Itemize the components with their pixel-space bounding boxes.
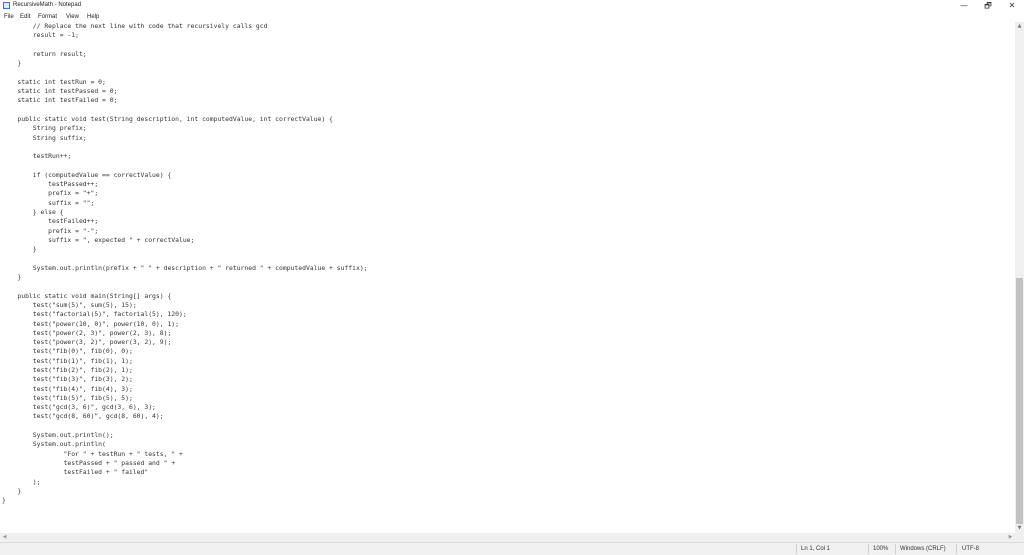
restore-button[interactable]: 🗗 (976, 0, 1000, 12)
line-ending: Windows (CRLF) (900, 546, 946, 552)
text-editor[interactable]: // Replace the next line with code that … (0, 22, 1015, 533)
notepad-icon (3, 2, 10, 9)
status-divider (895, 544, 896, 554)
title-bar: RecursiveMath - Notepad — 🗗 ✕ (0, 0, 1024, 12)
zoom-level: 100% (873, 546, 889, 552)
status-divider (868, 544, 869, 554)
vertical-scroll-thumb[interactable] (1016, 278, 1023, 524)
horizontal-scrollbar[interactable]: ◀ ▶ (0, 533, 1015, 542)
status-bar: Ln 1, Col 1 100% Windows (CRLF) UTF-8 (0, 542, 1024, 555)
encoding: UTF-8 (962, 546, 979, 552)
scrollbar-corner (1015, 533, 1024, 542)
scroll-right-icon[interactable]: ▶ (1006, 533, 1015, 542)
menu-edit[interactable]: Edit (20, 13, 30, 21)
minimize-button[interactable]: — (952, 0, 976, 12)
close-button[interactable]: ✕ (1000, 0, 1024, 12)
menu-bar: File Edit Format View Help (0, 12, 1024, 22)
scroll-up-icon[interactable]: ▲ (1015, 22, 1024, 31)
menu-view[interactable]: View (66, 13, 79, 21)
scroll-left-icon[interactable]: ◀ (0, 533, 9, 542)
menu-file[interactable]: File (4, 13, 14, 21)
editor-text[interactable]: // Replace the next line with code that … (2, 22, 368, 505)
cursor-position: Ln 1, Col 1 (801, 546, 831, 552)
status-divider (796, 544, 797, 554)
vertical-scrollbar[interactable]: ▲ ▼ (1015, 22, 1024, 533)
menu-help[interactable]: Help (87, 13, 99, 21)
status-divider (956, 544, 957, 554)
window-title: RecursiveMath - Notepad (13, 2, 82, 8)
scroll-down-icon[interactable]: ▼ (1015, 524, 1024, 533)
menu-format[interactable]: Format (38, 13, 57, 21)
